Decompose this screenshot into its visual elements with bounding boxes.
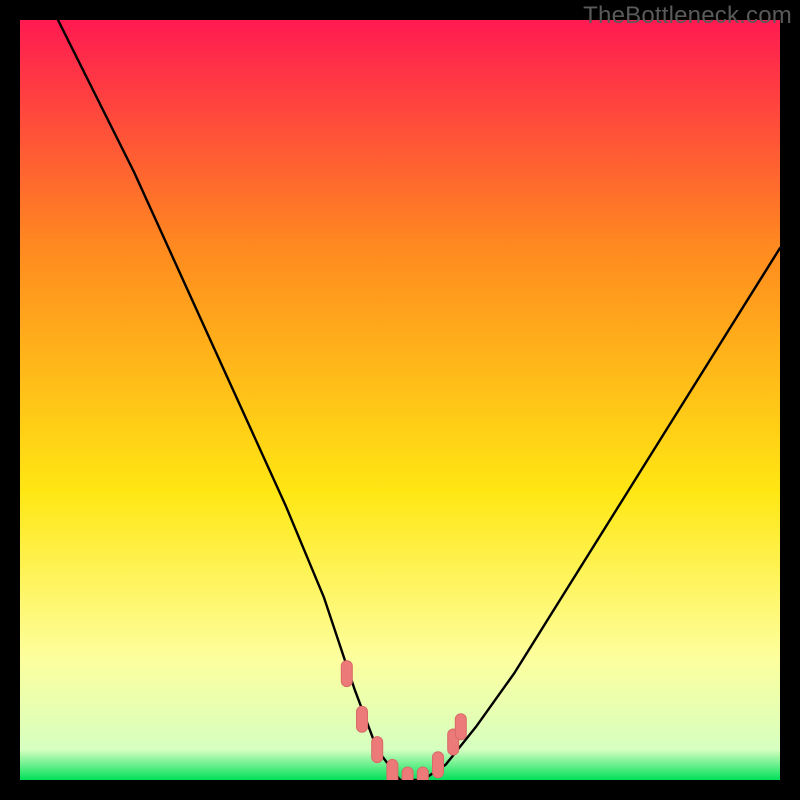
chart-frame xyxy=(20,20,780,780)
marker xyxy=(417,767,428,780)
gradient-background xyxy=(20,20,780,780)
marker xyxy=(387,759,398,780)
marker xyxy=(455,714,466,740)
marker xyxy=(341,661,352,687)
marker xyxy=(357,706,368,732)
marker xyxy=(372,737,383,763)
bottleneck-chart xyxy=(20,20,780,780)
marker xyxy=(402,767,413,780)
marker xyxy=(433,752,444,778)
watermark-text: TheBottleneck.com xyxy=(583,2,792,30)
